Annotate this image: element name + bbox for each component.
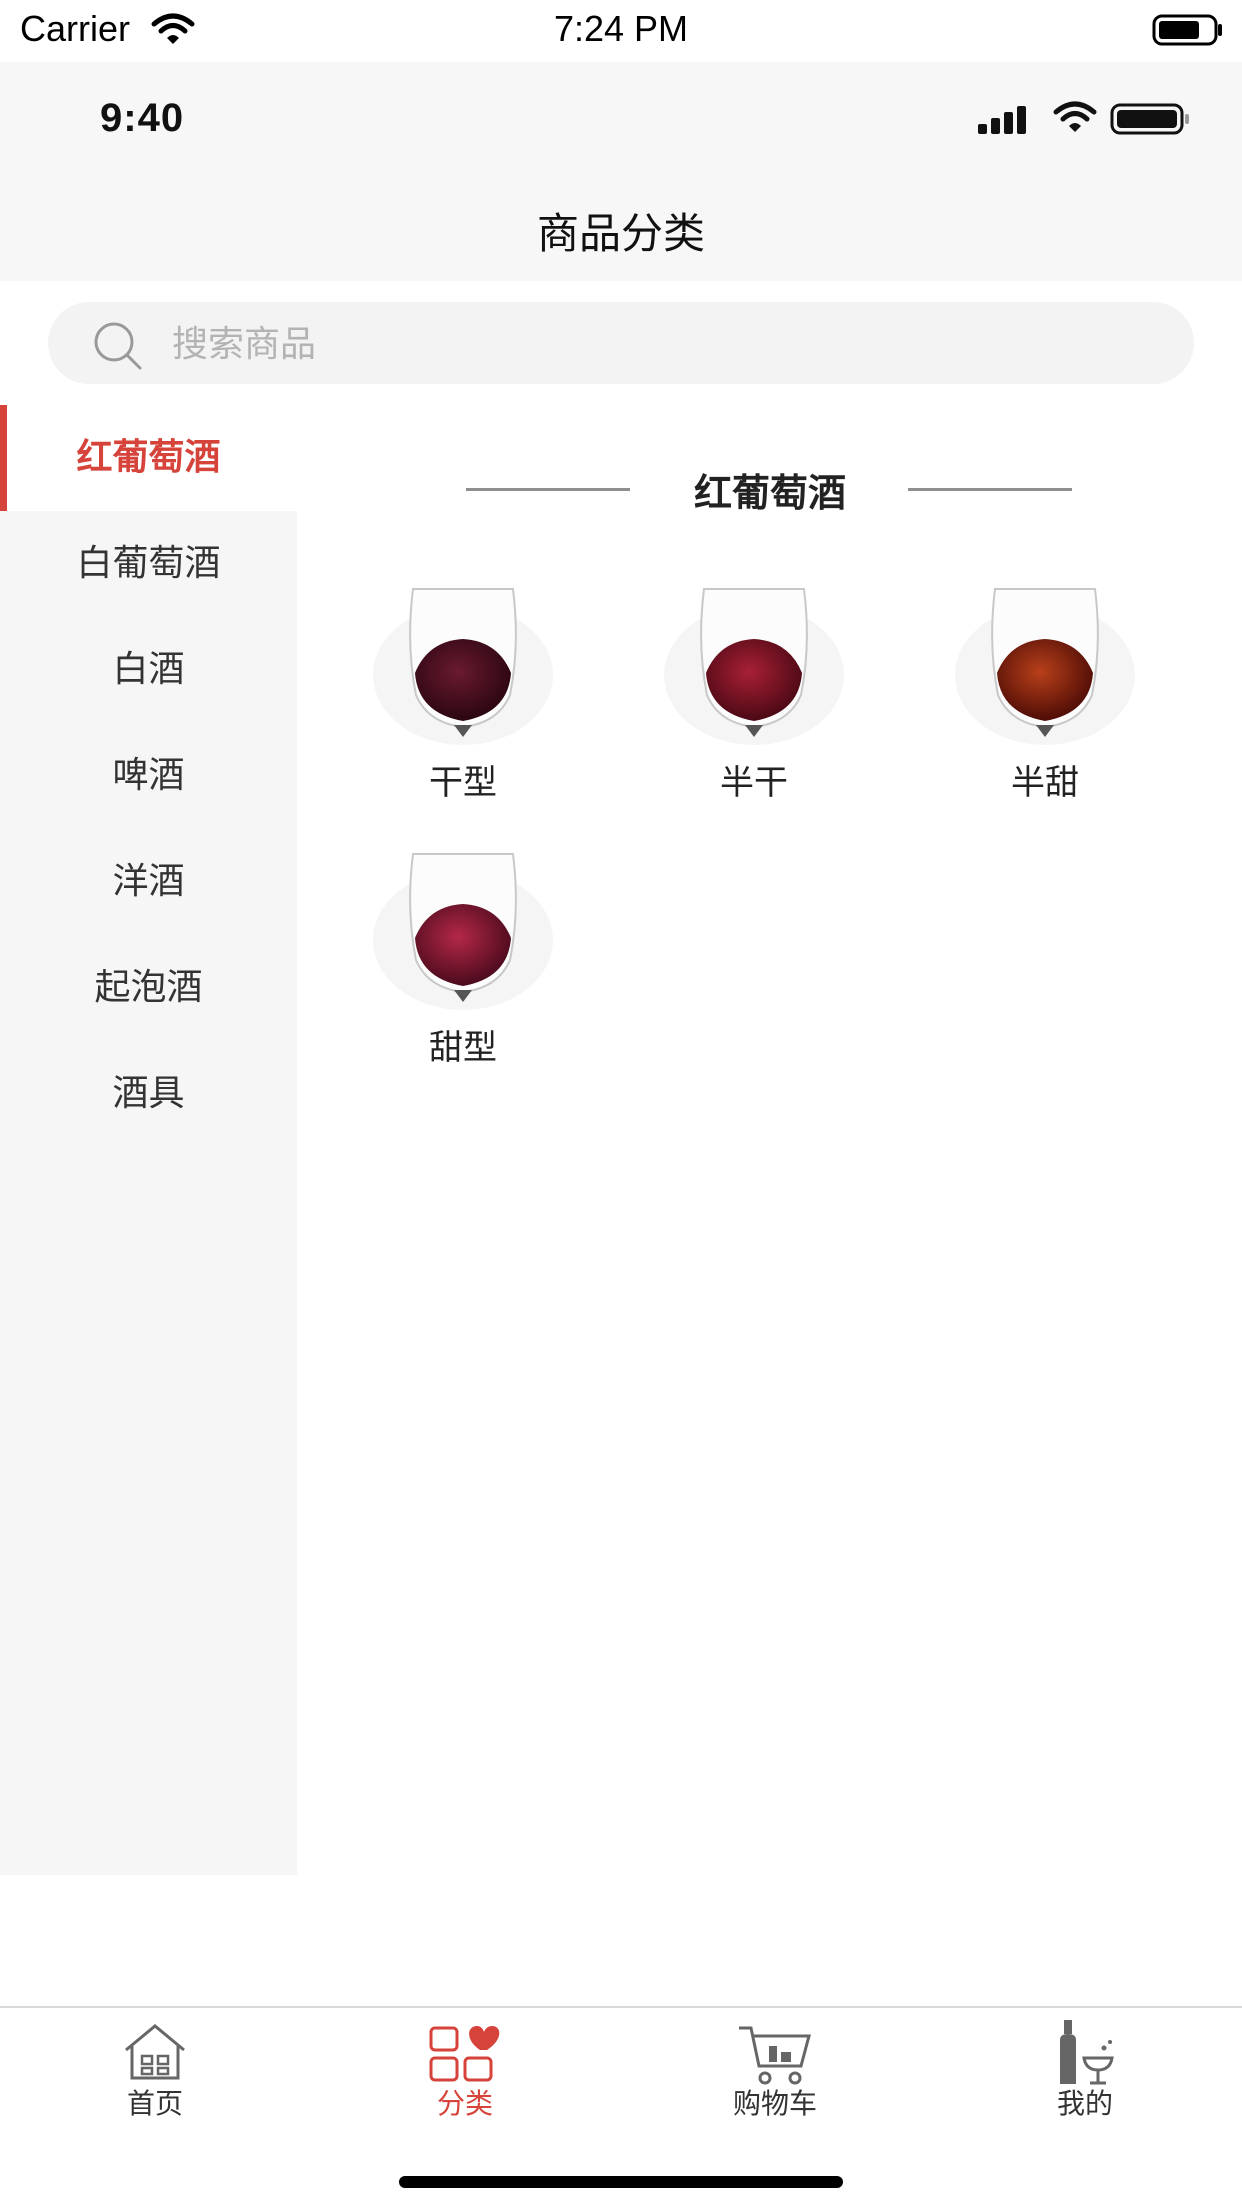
sidebar-item-sparkling[interactable]: 起泡酒 <box>0 935 297 1041</box>
mock-status-time: 9:40 <box>100 96 185 140</box>
subcategory-label: 甜型 <box>429 1028 497 1068</box>
home-icon <box>125 2024 185 2080</box>
home-indicator <box>399 2176 843 2188</box>
sidebar-item-label: 洋酒 <box>112 861 185 902</box>
mock-wifi-icon <box>1053 101 1097 132</box>
search-icon <box>94 322 142 370</box>
sidebar-item-label: 白葡萄酒 <box>76 543 221 584</box>
sidebar-item-spirits[interactable]: 洋酒 <box>0 829 297 935</box>
tab-label-category: 分类 <box>436 2087 493 2120</box>
mock-battery-icon <box>1110 103 1189 135</box>
wine-glass-icon <box>373 588 553 745</box>
active-indicator <box>0 405 7 511</box>
sidebar-item-barware[interactable]: 酒具 <box>0 1041 297 1147</box>
system-time: 7:24 PM <box>553 8 689 49</box>
sidebar-item-label: 啤酒 <box>112 755 185 796</box>
subcategory-item-semi-sweet[interactable]: 半甜 <box>925 585 1165 805</box>
sidebar-item-label: 起泡酒 <box>94 967 203 1008</box>
subcategory-label: 干型 <box>429 763 497 803</box>
wine-glass-icon <box>955 588 1135 745</box>
section-title: 红葡萄酒 <box>693 471 846 515</box>
sidebar-item-white-wine[interactable]: 白葡萄酒 <box>0 511 297 617</box>
wine-glass-icon <box>664 588 844 745</box>
page-title: 商品分类 <box>536 209 705 258</box>
category-icon <box>429 2026 500 2082</box>
section-divider-right <box>908 488 1072 491</box>
tab-label-cart: 购物车 <box>732 2087 817 2120</box>
sidebar-item-baijiu[interactable]: 白酒 <box>0 617 297 723</box>
subcategory-item-semi-dry[interactable]: 半干 <box>634 585 874 805</box>
signal-icon <box>978 106 1026 134</box>
subcategory-label: 半干 <box>720 763 788 803</box>
profile-bottle-icon <box>1060 2020 1114 2085</box>
tab-label-profile: 我的 <box>1056 2087 1113 2120</box>
subcategory-item-dry[interactable]: 干型 <box>343 585 583 805</box>
subcategory-item-sweet[interactable]: 甜型 <box>343 850 583 1070</box>
sidebar-item-label: 红葡萄酒 <box>76 437 221 478</box>
tab-label-home: 首页 <box>126 2087 183 2120</box>
cart-icon <box>739 2026 811 2085</box>
sidebar-item-label: 白酒 <box>112 649 185 690</box>
sidebar-item-beer[interactable]: 啤酒 <box>0 723 297 829</box>
wine-glass-icon <box>373 853 553 1010</box>
search-input[interactable] <box>170 318 1074 370</box>
battery-icon <box>1152 14 1222 46</box>
sidebar-item-label: 酒具 <box>112 1073 185 1114</box>
sidebar-item-red-wine[interactable]: 红葡萄酒 <box>0 405 297 511</box>
section-divider-left <box>466 488 630 491</box>
subcategory-label: 半甜 <box>1011 763 1079 803</box>
